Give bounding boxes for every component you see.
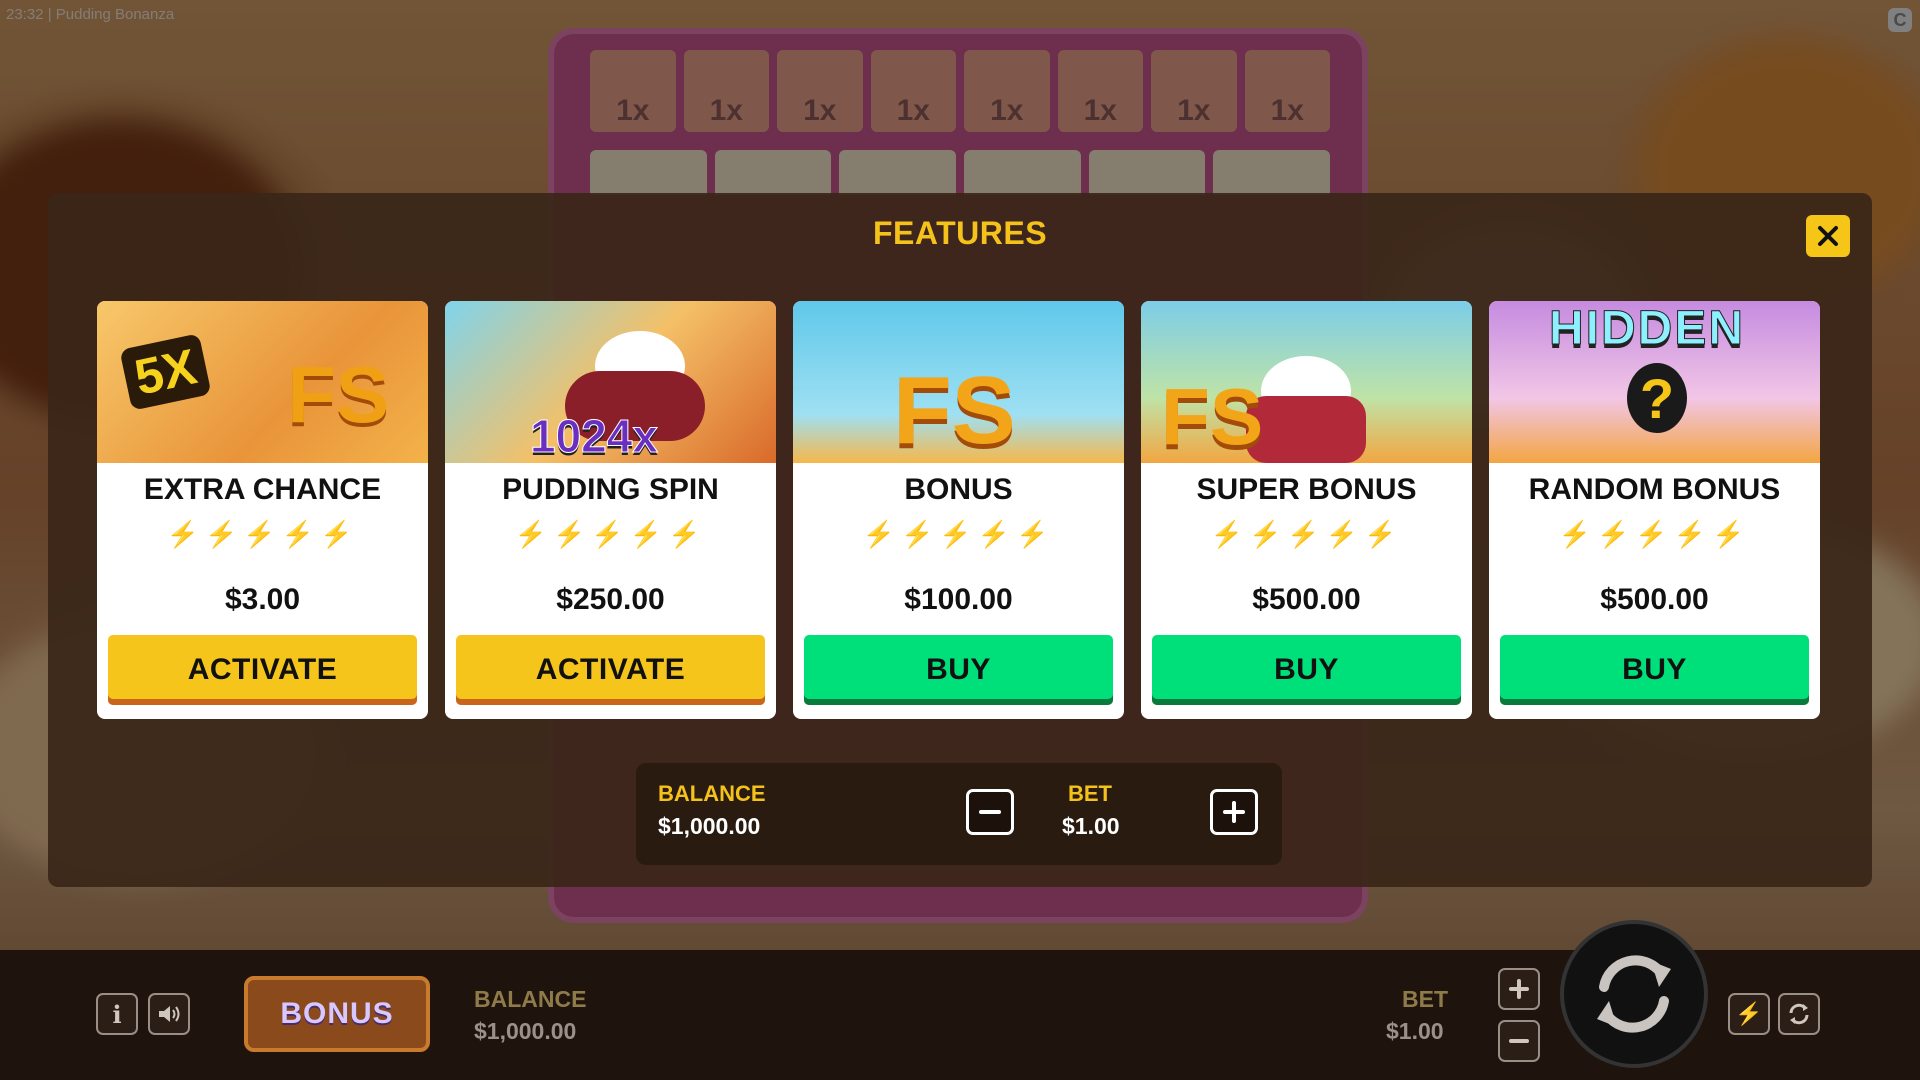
art-fs-label: FS <box>1161 372 1264 461</box>
feature-art: 1024x <box>445 301 776 463</box>
lightning-icon: ⚡ <box>939 519 978 549</box>
info-icon: i <box>112 999 122 1029</box>
minus-icon <box>979 810 1001 814</box>
lightning-icon: ⚡ <box>1248 519 1288 549</box>
bonus-button[interactable]: BONUS <box>244 976 430 1052</box>
activate-button[interactable]: ACTIVATE <box>108 635 417 705</box>
lightning-icon: ⚡ <box>1325 519 1365 549</box>
autoplay-button[interactable] <box>1778 993 1820 1035</box>
modal-bet-bar: BALANCE $1,000.00 BET $1.00 <box>636 763 1282 865</box>
spin-arrows-icon <box>1597 955 1671 1033</box>
increase-bet-button[interactable] <box>1210 789 1258 835</box>
feature-name: RANDOM BONUS <box>1528 473 1781 506</box>
lightning-icon: ⚡ <box>1712 519 1751 549</box>
feature-cards: 5X FS EXTRA CHANCE ⚡⚡⚡⚡⚡ $3.00 ACTIVATE … <box>97 301 1820 719</box>
lightning-icon: ⚡ <box>862 519 901 549</box>
close-icon <box>1818 226 1838 246</box>
feature-art: FS <box>793 301 1124 463</box>
feature-art: FS <box>1141 301 1472 463</box>
lightning-icon: ⚡ <box>1735 1001 1763 1026</box>
feature-name: PUDDING SPIN <box>502 473 719 506</box>
lightning-icon: ⚡ <box>166 519 205 549</box>
info-button[interactable]: i <box>96 993 138 1035</box>
lightning-icon: ⚡ <box>1364 519 1403 549</box>
autoplay-icon <box>1789 1003 1809 1025</box>
feature-name: EXTRA CHANCE <box>143 473 382 506</box>
minus-icon <box>1509 1039 1529 1043</box>
feature-price: $500.00 <box>1252 583 1361 616</box>
activate-button[interactable]: ACTIVATE <box>456 635 765 705</box>
lightning-icon: ⚡ <box>320 519 359 549</box>
hud-bet-value: $1.00 <box>1386 1018 1444 1044</box>
feature-card-pudding-spin: 1024x PUDDING SPIN ⚡⚡⚡⚡⚡ $250.00 ACTIVAT… <box>445 301 776 719</box>
volatility-rating: ⚡⚡⚡⚡⚡ <box>445 519 776 550</box>
lightning-icon: ⚡ <box>243 519 282 549</box>
feature-card-extra-chance: 5X FS EXTRA CHANCE ⚡⚡⚡⚡⚡ $3.00 ACTIVATE <box>97 301 428 719</box>
hud-balance-value: $1,000.00 <box>474 1018 577 1044</box>
feature-price: $3.00 <box>224 583 301 616</box>
modal-title: FEATURES <box>872 215 1048 251</box>
feature-art: 5X FS <box>97 301 428 463</box>
feature-card-random-bonus: HIDDEN ? RANDOM BONUS ⚡⚡⚡⚡⚡ $500.00 BUY <box>1489 301 1820 719</box>
art-hidden-label: HIDDEN <box>1548 302 1746 356</box>
feature-price: $100.00 <box>904 583 1013 616</box>
hud-bet-label: BET <box>1402 986 1448 1012</box>
close-button[interactable] <box>1806 215 1850 257</box>
lightning-icon: ⚡ <box>668 519 707 549</box>
turbo-button[interactable]: ⚡ <box>1728 993 1770 1035</box>
lightning-icon: ⚡ <box>1558 519 1597 549</box>
plus-icon <box>1509 979 1529 999</box>
sound-button[interactable] <box>148 993 190 1035</box>
art-fs-label: FS <box>893 357 1016 463</box>
volatility-rating: ⚡⚡⚡⚡⚡ <box>1141 519 1472 550</box>
lightning-icon: ⚡ <box>977 519 1017 549</box>
feature-price: $250.00 <box>556 583 665 616</box>
feature-art: HIDDEN ? <box>1489 301 1820 463</box>
volatility-rating: ⚡⚡⚡⚡⚡ <box>97 519 428 550</box>
lightning-icon: ⚡ <box>900 519 940 549</box>
bet-value: $1.00 <box>1062 813 1120 839</box>
feature-card-bonus: FS BONUS ⚡⚡⚡⚡⚡ $100.00 BUY <box>793 301 1124 719</box>
speaker-icon <box>159 1006 180 1022</box>
art-fs-label: FS <box>287 350 390 439</box>
lightning-icon: ⚡ <box>591 519 630 549</box>
balance-value: $1,000.00 <box>658 813 761 839</box>
bonus-button-label: BONUS <box>280 997 394 1030</box>
lightning-icon: ⚡ <box>1016 519 1055 549</box>
art-multiplier-label: 1024x <box>530 410 659 463</box>
lightning-icon: ⚡ <box>1287 519 1326 549</box>
feature-name: SUPER BONUS <box>1196 473 1417 506</box>
lightning-icon: ⚡ <box>1673 519 1713 549</box>
lightning-icon: ⚡ <box>204 519 244 549</box>
hud-increase-bet-button[interactable] <box>1498 968 1540 1010</box>
features-modal: FEATURES 5X FS EXTRA CHANCE ⚡⚡⚡⚡⚡ $3.00 … <box>48 193 1872 887</box>
lightning-icon: ⚡ <box>629 519 669 549</box>
lightning-icon: ⚡ <box>281 519 321 549</box>
plus-icon <box>1223 801 1245 823</box>
feature-card-super-bonus: FS SUPER BONUS ⚡⚡⚡⚡⚡ $500.00 BUY <box>1141 301 1472 719</box>
lightning-icon: ⚡ <box>514 519 553 549</box>
hud-decrease-bet-button[interactable] <box>1498 1020 1540 1062</box>
art-question-mark: ? <box>1627 363 1687 433</box>
volatility-rating: ⚡⚡⚡⚡⚡ <box>793 519 1124 550</box>
volatility-rating: ⚡⚡⚡⚡⚡ <box>1489 519 1820 550</box>
lightning-icon: ⚡ <box>552 519 592 549</box>
lightning-icon: ⚡ <box>1596 519 1636 549</box>
balance-label: BALANCE <box>658 781 766 806</box>
buy-button[interactable]: BUY <box>1500 635 1809 705</box>
buy-button[interactable]: BUY <box>804 635 1113 705</box>
feature-price: $500.00 <box>1600 583 1709 616</box>
buy-button[interactable]: BUY <box>1152 635 1461 705</box>
art-multiplier-label: 5X <box>119 333 212 411</box>
bet-label: BET <box>1068 781 1112 806</box>
lightning-icon: ⚡ <box>1210 519 1249 549</box>
decrease-bet-button[interactable] <box>966 789 1014 835</box>
hud-balance-label: BALANCE <box>474 986 587 1012</box>
lightning-icon: ⚡ <box>1635 519 1674 549</box>
feature-name: BONUS <box>904 473 1013 506</box>
spin-button[interactable] <box>1560 920 1708 1068</box>
